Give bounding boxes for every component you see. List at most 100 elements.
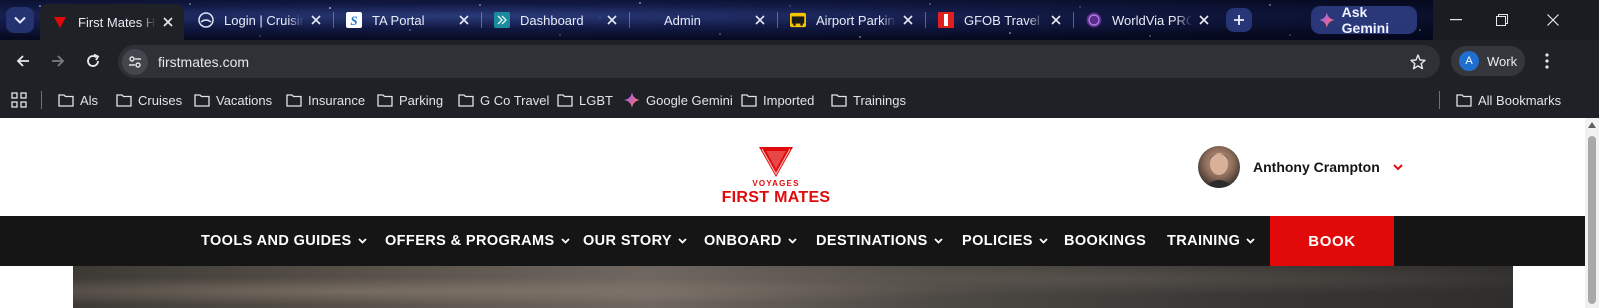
chevron-down-icon — [788, 238, 797, 244]
nav-training[interactable]: TRAINING — [1167, 216, 1255, 266]
nav-policies[interactable]: POLICIES — [962, 216, 1048, 266]
nav-onboard[interactable]: ONBOARD — [704, 216, 797, 266]
forward-button[interactable] — [44, 47, 72, 75]
bookmark-folder-cruises[interactable]: Cruises — [116, 90, 182, 110]
profile-avatar: A — [1459, 51, 1479, 71]
profile-button[interactable]: A Work — [1451, 46, 1525, 76]
purple-globe-icon — [1086, 12, 1102, 28]
bookmark-google-gemini[interactable]: Google Gemini — [624, 90, 733, 110]
tab-gfob-travel[interactable]: GFOB Travel Ac — [926, 4, 1072, 36]
tab-airport-parking[interactable]: Airport Parking — [778, 4, 924, 36]
plus-icon — [1234, 15, 1244, 25]
close-tab-icon[interactable] — [752, 12, 768, 28]
close-tab-icon[interactable] — [160, 14, 176, 30]
address-bar[interactable]: firstmates.com — [118, 45, 1440, 78]
scroll-up-arrow-icon[interactable] — [1588, 122, 1596, 128]
nav-tools-and-guides[interactable]: TOOLS AND GUIDES — [201, 216, 367, 266]
ask-gemini-button[interactable]: Ask Gemini — [1311, 4, 1417, 36]
bookmark-folder-imported[interactable]: Imported — [741, 90, 814, 110]
folder-icon — [58, 94, 74, 107]
nav-our-story[interactable]: OUR STORY — [583, 216, 687, 266]
tab-admin[interactable]: Admin — [630, 4, 776, 36]
bookmark-folder-parking[interactable]: Parking — [377, 90, 443, 110]
url-text[interactable]: firstmates.com — [158, 54, 1404, 70]
reload-button[interactable] — [79, 47, 107, 75]
tab-login-cruising[interactable]: Login | Cruising — [186, 4, 332, 36]
tab-search-button[interactable] — [6, 7, 34, 33]
close-tab-icon[interactable] — [604, 12, 620, 28]
folder-icon — [286, 94, 302, 107]
restore-button[interactable] — [1479, 0, 1525, 40]
nav-destinations[interactable]: DESTINATIONS — [816, 216, 943, 266]
web-page: VOYAGES FIRST MATES Anthony Crampton TOO… — [0, 118, 1599, 308]
bookmarks-separator — [41, 91, 42, 109]
book-button[interactable]: BOOK — [1270, 216, 1394, 266]
gemini-icon — [624, 92, 640, 108]
minimize-icon — [1450, 19, 1462, 21]
nav-label: TRAINING — [1167, 233, 1241, 249]
bookmark-label: Google Gemini — [646, 92, 733, 108]
close-window-button[interactable] — [1530, 0, 1576, 40]
tab-first-mates[interactable]: First Mates Ho — [40, 4, 184, 40]
nav-bookings[interactable]: BOOKINGS — [1064, 216, 1146, 266]
folder-icon — [557, 94, 573, 107]
close-tab-icon[interactable] — [456, 12, 472, 28]
bookmark-folder-vacations[interactable]: Vacations — [194, 90, 272, 110]
chevron-down-icon — [1039, 238, 1048, 244]
bookmark-folder-g-co-travel[interactable]: G Co Travel — [458, 90, 549, 110]
tab-title: Login | Cruising — [224, 12, 304, 28]
tab-strip: First Mates Ho Login | Cruising S TA Por… — [0, 0, 1599, 40]
svg-text:S: S — [350, 13, 357, 28]
bookmark-label: Cruises — [138, 92, 183, 108]
folder-icon — [1456, 94, 1472, 107]
virgin-heart-icon — [52, 14, 68, 30]
bookmark-folder-trainings[interactable]: Trainings — [831, 90, 906, 110]
tab-ta-portal[interactable]: S TA Portal — [334, 4, 480, 36]
bookmark-label: Vacations — [216, 92, 273, 108]
close-tab-icon[interactable] — [1196, 12, 1212, 28]
bookmark-folder-lgbt[interactable]: LGBT — [557, 90, 613, 110]
teal-logo-icon — [494, 12, 510, 28]
all-bookmarks-button[interactable]: All Bookmarks — [1456, 90, 1561, 110]
bookmarks-separator — [1439, 91, 1440, 109]
tab-worldvia-pro[interactable]: WorldVia PRO — [1074, 4, 1220, 36]
bookmark-label: LGBT — [579, 92, 613, 108]
gemini-icon — [1319, 12, 1335, 28]
bookmark-label: Parking — [399, 92, 444, 108]
nav-label: POLICIES — [962, 233, 1033, 249]
bookmark-star-button[interactable] — [1404, 48, 1432, 76]
chevron-down-icon — [1393, 163, 1403, 170]
bookmark-label: Als — [80, 92, 99, 108]
site-info-button[interactable] — [122, 48, 148, 75]
site-logo[interactable]: VOYAGES FIRST MATES — [716, 144, 836, 210]
browser-menu-button[interactable] — [1533, 47, 1561, 75]
folder-icon — [116, 94, 132, 107]
nav-label: ONBOARD — [704, 233, 782, 249]
close-tab-icon[interactable] — [308, 12, 324, 28]
apps-button[interactable] — [11, 90, 27, 110]
user-menu[interactable]: Anthony Crampton — [1198, 146, 1403, 188]
bookmarks-bar: Als Cruises Vacations Insurance Parking … — [0, 82, 1599, 118]
s-logo-icon: S — [346, 12, 362, 28]
star-icon — [1410, 53, 1426, 69]
bookmark-folder-insurance[interactable]: Insurance — [286, 90, 365, 110]
back-arrow-icon — [16, 55, 29, 67]
tab-title: Dashboard — [520, 12, 584, 28]
close-tab-icon[interactable] — [1048, 12, 1064, 28]
close-tab-icon[interactable] — [900, 12, 916, 28]
nav-label: OFFERS & PROGRAMS — [385, 233, 555, 249]
folder-icon — [194, 94, 210, 107]
page-scrollbar[interactable] — [1585, 118, 1599, 308]
minimize-button[interactable] — [1433, 0, 1479, 40]
tab-dashboard[interactable]: Dashboard — [482, 4, 628, 36]
hero-section — [0, 266, 1599, 308]
chevron-down-icon — [934, 238, 943, 244]
new-tab-button[interactable] — [1226, 8, 1252, 32]
bookmark-folder-als[interactable]: Als — [58, 90, 98, 110]
kebab-menu-icon — [1545, 53, 1549, 69]
chevron-down-icon — [1246, 238, 1255, 244]
back-button[interactable] — [9, 47, 37, 75]
scrollbar-thumb[interactable] — [1588, 136, 1596, 304]
nav-offers-and-programs[interactable]: OFFERS & PROGRAMS — [385, 216, 570, 266]
chevron-down-icon — [14, 16, 26, 24]
